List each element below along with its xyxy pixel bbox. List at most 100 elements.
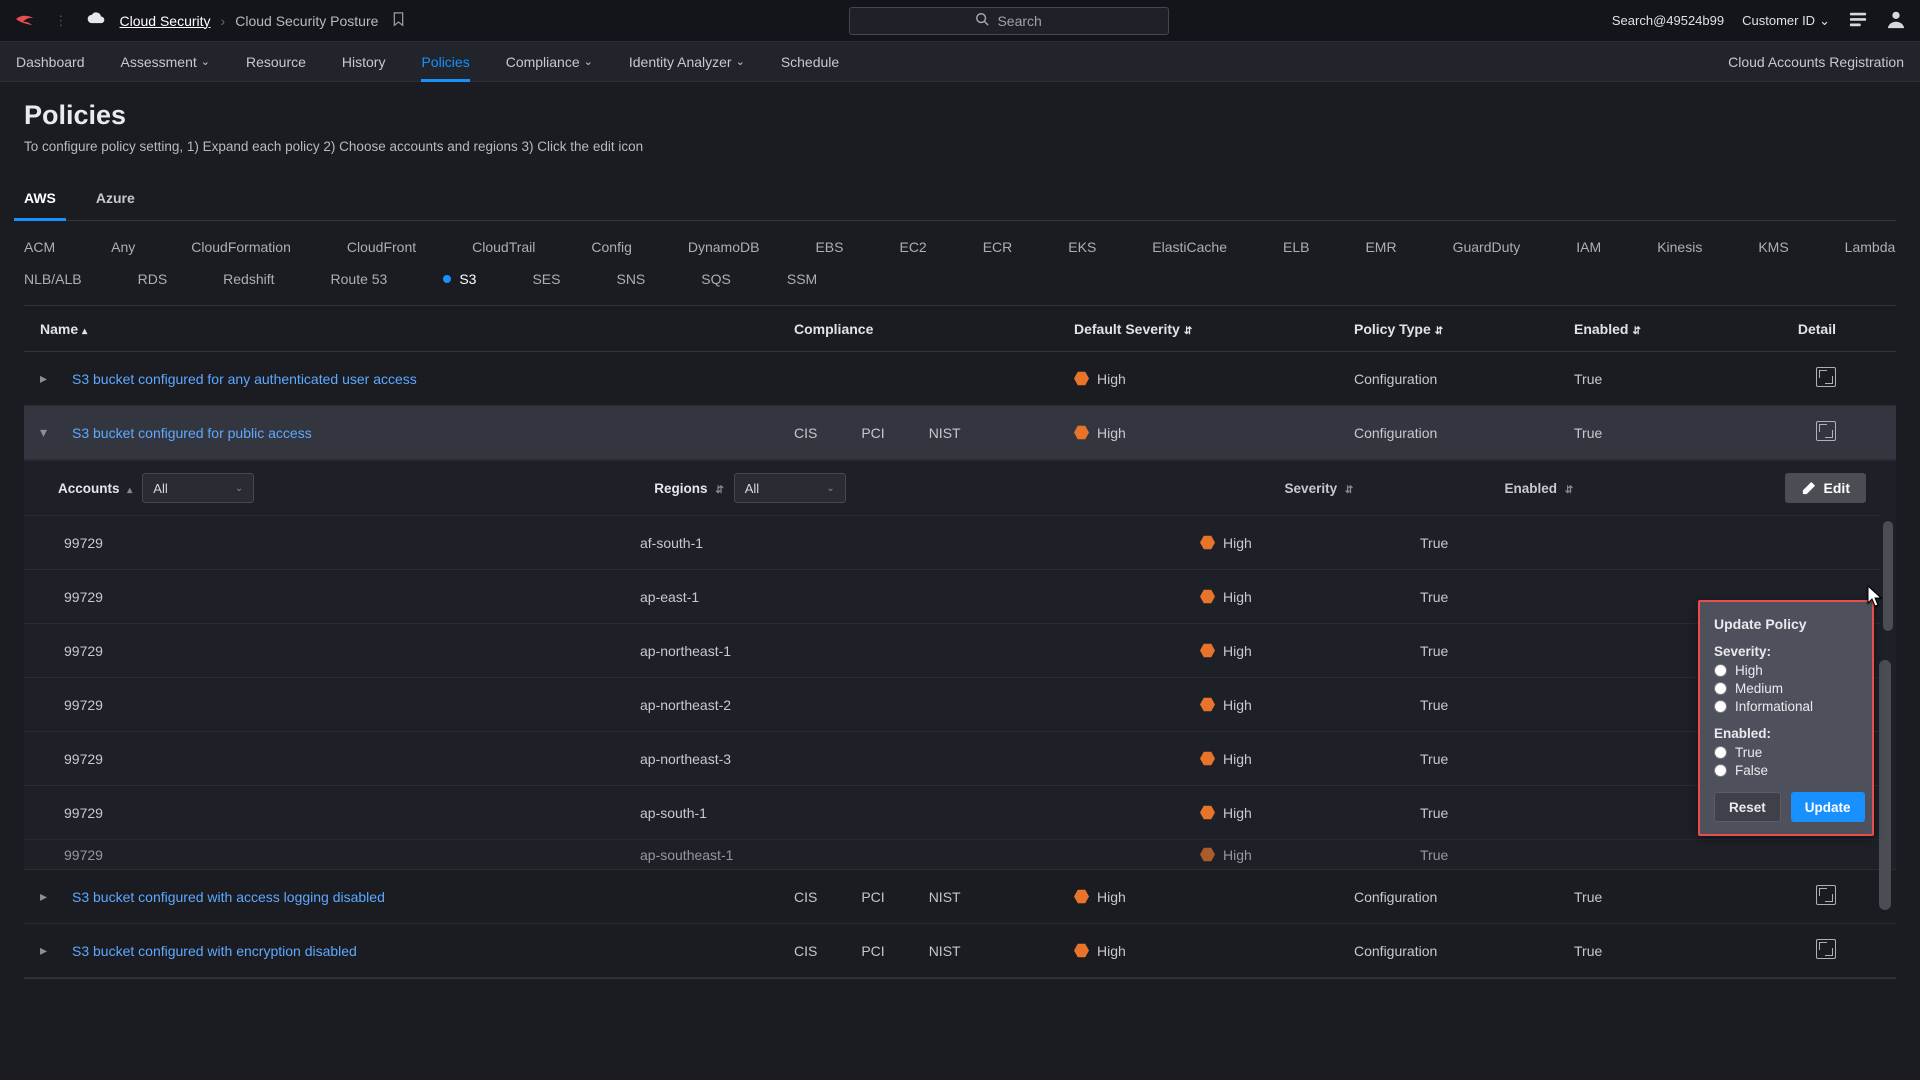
expand-icon[interactable]: ▸ <box>40 942 62 959</box>
service-filter-guardduty[interactable]: GuardDuty <box>1453 239 1521 255</box>
compliance-tag: CIS <box>794 425 817 441</box>
account-region-row[interactable]: 99729ap-northeast-2HighTrue <box>24 677 1896 731</box>
severity-option-high[interactable]: High <box>1714 663 1858 678</box>
customer-id-dropdown[interactable]: Customer ID⌄ <box>1742 13 1830 29</box>
policy-row[interactable]: ▸ S3 bucket configured for any authentica… <box>24 352 1896 406</box>
service-filter-route-53[interactable]: Route 53 <box>331 271 388 287</box>
policy-row[interactable]: ▾ S3 bucket configured for public access C… <box>24 406 1896 460</box>
region-name: ap-southeast-1 <box>640 847 1200 863</box>
account-region-row[interactable]: 99729ap-east-1HighTrue <box>24 569 1896 623</box>
service-filter-cloudformation[interactable]: CloudFormation <box>191 239 291 255</box>
col-enabled-inner[interactable]: Enabled ⇵ <box>1505 481 1785 496</box>
reset-button[interactable]: Reset <box>1714 792 1781 822</box>
service-filter-rds[interactable]: RDS <box>138 271 168 287</box>
notifications-icon[interactable] <box>1848 10 1868 31</box>
popover-enabled-label: Enabled: <box>1714 726 1858 741</box>
col-severity-inner[interactable]: Severity ⇵ <box>1285 481 1505 496</box>
service-filter-s3[interactable]: S3 <box>443 271 476 287</box>
platform-tab-aws[interactable]: AWS <box>24 180 56 220</box>
service-filter-ssm[interactable]: SSM <box>787 271 817 287</box>
nav-item-compliance[interactable]: Compliance ⌄ <box>506 42 593 81</box>
service-filter-ecr[interactable]: ECR <box>983 239 1013 255</box>
account-id: 99729 <box>64 751 640 767</box>
compliance-tag: NIST <box>929 889 961 905</box>
policy-row[interactable]: ▸ S3 bucket configured with access loggin… <box>24 870 1896 924</box>
severity-option-informational[interactable]: Informational <box>1714 699 1858 714</box>
enabled-option-false[interactable]: False <box>1714 763 1858 778</box>
enabled-option-true[interactable]: True <box>1714 745 1858 760</box>
nav-item-identity-analyzer[interactable]: Identity Analyzer ⌄ <box>629 42 745 81</box>
compliance-tag: NIST <box>929 943 961 959</box>
account-region-row[interactable]: 99729ap-northeast-1HighTrue <box>24 623 1896 677</box>
table-vertical-scrollbar[interactable] <box>1876 656 1894 978</box>
service-filter-redshift[interactable]: Redshift <box>223 271 274 287</box>
breadcrumb-root-link[interactable]: Cloud Security <box>120 13 211 29</box>
user-avatar-icon[interactable] <box>1886 9 1906 32</box>
expand-detail-icon[interactable] <box>1816 885 1836 905</box>
expand-detail-icon[interactable] <box>1816 939 1836 959</box>
service-filter-ec2[interactable]: EC2 <box>899 239 926 255</box>
global-search-input[interactable]: Search <box>849 7 1169 35</box>
platform-tab-azure[interactable]: Azure <box>96 180 135 220</box>
service-filter-kinesis[interactable]: Kinesis <box>1657 239 1702 255</box>
account-region-row[interactable]: 99729ap-southeast-1HighTrue <box>24 839 1896 869</box>
account-region-row[interactable]: 99729af-south-1HighTrue <box>24 515 1896 569</box>
service-filter-config[interactable]: Config <box>591 239 631 255</box>
policy-name-link[interactable]: S3 bucket configured for any authenticat… <box>72 371 417 387</box>
col-enabled[interactable]: Enabled <box>1574 321 1628 337</box>
col-compliance[interactable]: Compliance <box>794 321 873 337</box>
expand-detail-icon[interactable] <box>1816 367 1836 387</box>
service-filter-elb[interactable]: ELB <box>1283 239 1309 255</box>
service-filter-ses[interactable]: SES <box>532 271 560 287</box>
collapse-icon[interactable]: ▾ <box>40 424 62 441</box>
severity-option-medium[interactable]: Medium <box>1714 681 1858 696</box>
service-filter-cloudfront[interactable]: CloudFront <box>347 239 416 255</box>
service-filter-ebs[interactable]: EBS <box>815 239 843 255</box>
accounts-filter-dropdown[interactable]: All⌄ <box>142 473 254 503</box>
regions-filter-dropdown[interactable]: All⌄ <box>734 473 846 503</box>
search-icon <box>975 12 989 29</box>
col-name[interactable]: Name <box>40 321 78 337</box>
nav-item-policies[interactable]: Policies <box>421 42 469 81</box>
policy-name-link[interactable]: S3 bucket configured with access logging… <box>72 889 385 905</box>
update-button[interactable]: Update <box>1791 792 1865 822</box>
policy-name-link[interactable]: S3 bucket configured with encryption dis… <box>72 943 357 959</box>
account-email[interactable]: Search@49524b99 <box>1612 13 1724 28</box>
service-filter-sqs[interactable]: SQS <box>701 271 731 287</box>
nav-item-dashboard[interactable]: Dashboard <box>16 42 85 81</box>
expand-icon[interactable]: ▸ <box>40 888 62 905</box>
edit-button[interactable]: Edit <box>1785 473 1866 503</box>
nav-item-assessment[interactable]: Assessment ⌄ <box>121 42 210 81</box>
policy-name-link[interactable]: S3 bucket configured for public access <box>72 425 312 441</box>
col-policy-type[interactable]: Policy Type <box>1354 321 1431 337</box>
expand-icon[interactable]: ▸ <box>40 370 62 387</box>
crowdstrike-logo-icon[interactable] <box>14 10 36 31</box>
service-filter-any[interactable]: Any <box>111 239 135 255</box>
account-region-row[interactable]: 99729ap-northeast-3HighTrue <box>24 731 1896 785</box>
service-filter-cloudtrail[interactable]: CloudTrail <box>472 239 535 255</box>
nav-item-resource[interactable]: Resource <box>246 42 306 81</box>
col-accounts[interactable]: Accounts ▴ <box>58 481 132 496</box>
service-filter-emr[interactable]: EMR <box>1365 239 1396 255</box>
col-regions[interactable]: Regions ⇵ <box>654 481 723 496</box>
service-filter-kms[interactable]: KMS <box>1758 239 1788 255</box>
col-severity[interactable]: Default Severity <box>1074 321 1180 337</box>
account-region-row[interactable]: 99729ap-south-1HighTrue <box>24 785 1896 839</box>
nav-item-schedule[interactable]: Schedule <box>781 42 839 81</box>
service-filter-iam[interactable]: IAM <box>1576 239 1601 255</box>
service-filter-sns[interactable]: SNS <box>616 271 645 287</box>
compliance-tag: CIS <box>794 889 817 905</box>
expand-detail-icon[interactable] <box>1816 421 1836 441</box>
severity-text: High <box>1097 889 1126 905</box>
bookmark-icon[interactable] <box>392 12 405 30</box>
nav-item-history[interactable]: History <box>342 42 386 81</box>
cloud-accounts-registration-link[interactable]: Cloud Accounts Registration <box>1728 54 1904 70</box>
service-filter-elasticache[interactable]: ElastiCache <box>1152 239 1227 255</box>
enabled-value: True <box>1420 697 1700 713</box>
service-filter-eks[interactable]: EKS <box>1068 239 1096 255</box>
service-filter-acm[interactable]: ACM <box>24 239 55 255</box>
policy-row[interactable]: ▸ S3 bucket configured with encryption di… <box>24 924 1896 978</box>
service-filter-dynamodb[interactable]: DynamoDB <box>688 239 760 255</box>
service-filter-lambda[interactable]: Lambda <box>1845 239 1896 255</box>
service-filter-nlb-alb[interactable]: NLB/ALB <box>24 271 82 287</box>
